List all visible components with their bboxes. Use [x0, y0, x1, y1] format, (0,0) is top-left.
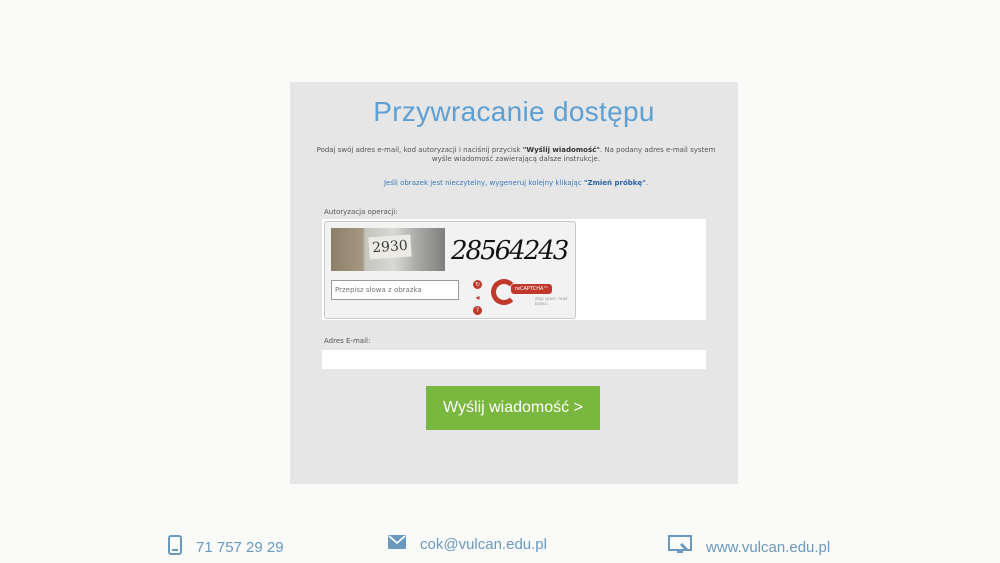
footer-phone: 71 757 29 29	[168, 535, 284, 559]
change-sample-link[interactable]: "Zmień próbkę"	[584, 179, 646, 187]
envelope-icon	[388, 535, 406, 553]
password-recovery-panel: Przywracanie dostępu Podaj swój adres e-…	[290, 82, 738, 484]
help-icon[interactable]: ?	[473, 306, 482, 315]
footer-website-text[interactable]: www.vulcan.edu.pl	[706, 539, 830, 556]
hint-suffix: .	[645, 179, 649, 187]
phone-icon	[168, 535, 182, 559]
refresh-icon[interactable]: ↻	[473, 280, 482, 289]
captcha-hint: Jeśli obrazek jest nieczytelny, wygeneru…	[306, 179, 726, 187]
footer-email[interactable]: cok@vulcan.edu.pl	[388, 535, 547, 553]
footer-phone-text: 71 757 29 29	[196, 538, 284, 556]
send-message-button[interactable]: Wyślij wiadomość >	[426, 386, 600, 430]
recaptcha-logo-name: reCAPTCHA™	[511, 284, 553, 294]
instruction-button-ref: "Wyślij wiadomość"	[522, 146, 600, 154]
monitor-icon	[668, 535, 692, 559]
instruction-text: Podaj swój adres e-mail, kod autoryzacji…	[306, 146, 726, 164]
auth-label: Autoryzacja operacji:	[324, 208, 398, 216]
captcha-word: 28564243	[451, 236, 569, 266]
captcha-input[interactable]	[331, 280, 459, 300]
audio-icon[interactable]: ◂	[473, 293, 482, 302]
captcha-photo: 2930	[331, 228, 445, 271]
instruction-prefix: Podaj swój adres e-mail, kod autoryzacji…	[316, 146, 523, 154]
captcha-area: 2930 28564243 ↻ ◂ ? reCAPTCHA™ stop spam…	[322, 219, 706, 320]
captcha-photo-number: 2930	[368, 234, 412, 260]
page-title: Przywracanie dostępu	[373, 96, 655, 127]
recaptcha-logo: reCAPTCHA™ stop spam. read books.	[489, 276, 569, 314]
email-label: Adres E-mail:	[324, 337, 371, 345]
footer-email-text[interactable]: cok@vulcan.edu.pl	[420, 536, 547, 553]
footer-website[interactable]: www.vulcan.edu.pl	[668, 535, 830, 559]
recaptcha-logo-sub: stop spam. read books.	[535, 296, 568, 306]
footer: 71 757 29 29 cok@vulcan.edu.pl www.vulca…	[0, 531, 1000, 561]
recaptcha-widget: 2930 28564243 ↻ ◂ ? reCAPTCHA™ stop spam…	[324, 221, 576, 319]
hint-prefix: Jeśli obrazek jest nieczytelny, wygeneru…	[383, 179, 584, 187]
email-field[interactable]	[322, 350, 706, 369]
